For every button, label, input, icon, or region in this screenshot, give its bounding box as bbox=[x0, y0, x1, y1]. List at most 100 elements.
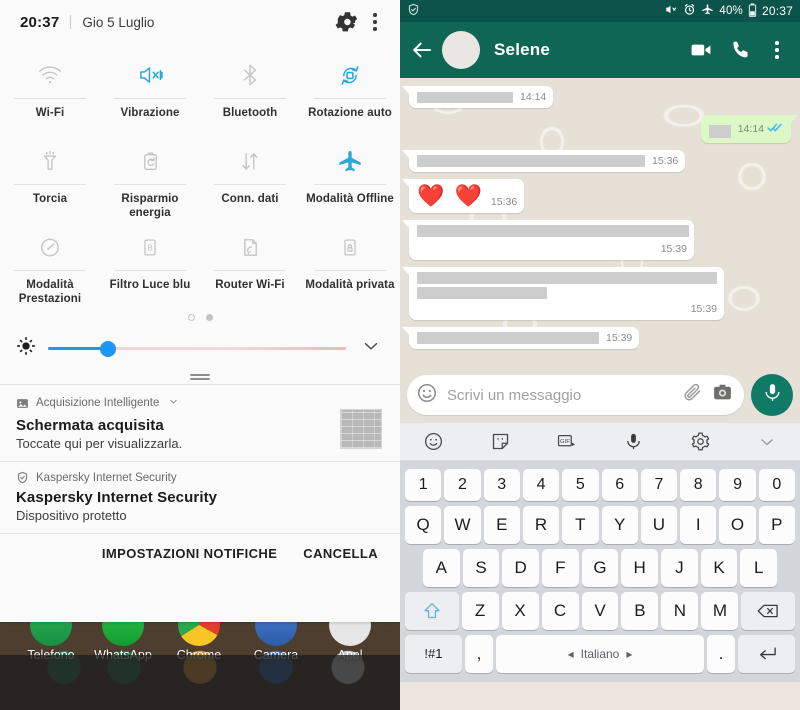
microphone-icon[interactable] bbox=[600, 431, 667, 452]
key-1[interactable]: 1 bbox=[405, 468, 442, 501]
message-list[interactable]: 14:14 14:14 15:36 ❤️ ❤️ 15:36 15:39 15:3… bbox=[400, 78, 800, 368]
page-dot-2[interactable] bbox=[205, 314, 213, 321]
prev-language-icon[interactable]: ◂ bbox=[568, 647, 574, 661]
key-h[interactable]: H bbox=[621, 548, 659, 587]
tile-torcia[interactable]: Torcia bbox=[0, 134, 100, 220]
key-x[interactable]: X bbox=[501, 591, 539, 630]
gif-icon[interactable]: GIF bbox=[533, 431, 600, 452]
tile-bluetooth[interactable]: Bluetooth bbox=[200, 48, 300, 134]
key-m[interactable]: M bbox=[701, 591, 739, 630]
key-6[interactable]: 6 bbox=[601, 468, 638, 501]
tile-conn-dati[interactable]: Conn. dati bbox=[200, 134, 300, 220]
key-period[interactable]: . bbox=[706, 634, 736, 673]
camera-icon[interactable] bbox=[712, 382, 733, 408]
key-c[interactable]: C bbox=[541, 591, 579, 630]
key-b[interactable]: B bbox=[621, 591, 659, 630]
message-bubble-incoming[interactable]: 15:36 bbox=[401, 150, 686, 172]
emoji-icon[interactable] bbox=[416, 382, 438, 409]
tile-modalita-privata[interactable]: Modalità privata bbox=[300, 220, 400, 306]
key-o[interactable]: O bbox=[719, 505, 756, 544]
key-k[interactable]: K bbox=[700, 548, 738, 587]
svg-text:B: B bbox=[147, 243, 152, 252]
key-9[interactable]: 9 bbox=[719, 468, 756, 501]
message-bubble-incoming[interactable]: 15:39 bbox=[402, 220, 694, 260]
phone-call-icon[interactable] bbox=[724, 39, 758, 61]
kebab-menu-icon[interactable] bbox=[764, 41, 790, 59]
message-bubble-incoming[interactable]: 15:39 bbox=[402, 267, 724, 320]
key-f[interactable]: F bbox=[542, 548, 579, 587]
notification-settings-button[interactable]: IMPOSTAZIONI NOTIFICHE bbox=[102, 546, 277, 561]
clear-notifications-button[interactable]: CANCELLA bbox=[303, 546, 378, 561]
chevron-down-icon[interactable] bbox=[358, 335, 384, 362]
key-2[interactable]: 2 bbox=[444, 468, 481, 501]
tile-modalita-prestazioni[interactable]: Modalità Prestazioni bbox=[0, 220, 100, 306]
key-p[interactable]: P bbox=[758, 505, 795, 544]
message-bubble-incoming[interactable]: 15:39 bbox=[401, 327, 640, 349]
emoji-icon[interactable] bbox=[400, 431, 467, 452]
notification-acquisizione-intelligente[interactable]: Acquisizione Intelligente Schermata acqu… bbox=[0, 385, 400, 461]
tile-rotazione-auto[interactable]: Rotazione auto bbox=[300, 48, 400, 134]
key-u[interactable]: U bbox=[640, 505, 678, 544]
key-7[interactable]: 7 bbox=[640, 468, 678, 501]
key-comma[interactable]: , bbox=[464, 634, 494, 673]
key-n[interactable]: N bbox=[661, 591, 699, 630]
key-z[interactable]: Z bbox=[461, 591, 499, 630]
settings-gear-icon[interactable] bbox=[667, 431, 734, 452]
key-a[interactable]: A bbox=[422, 548, 460, 587]
key-l[interactable]: L bbox=[740, 548, 778, 587]
enter-return-icon[interactable] bbox=[738, 634, 796, 673]
message-input-placeholder[interactable]: Scrivi un messaggio bbox=[447, 387, 673, 404]
sticker-icon[interactable] bbox=[467, 431, 534, 452]
key-0[interactable]: 0 bbox=[758, 468, 795, 501]
key-8[interactable]: 8 bbox=[680, 468, 717, 501]
tile-underline bbox=[314, 184, 386, 185]
key-e[interactable]: E bbox=[483, 505, 520, 544]
key-i[interactable]: I bbox=[680, 505, 717, 544]
key-4[interactable]: 4 bbox=[522, 468, 560, 501]
symbols-key[interactable]: !#1 bbox=[405, 634, 462, 673]
tile-router-wifi[interactable]: Router Wi-Fi bbox=[200, 220, 300, 306]
key-g[interactable]: G bbox=[581, 548, 619, 587]
video-call-icon[interactable] bbox=[684, 38, 718, 62]
tile-vibrazione[interactable]: Vibrazione bbox=[100, 48, 200, 134]
key-v[interactable]: V bbox=[581, 591, 619, 630]
tile-risparmio-energia[interactable]: Risparmio energia bbox=[100, 134, 200, 220]
next-language-icon[interactable]: ▸ bbox=[626, 647, 632, 661]
shift-arrow-icon[interactable] bbox=[405, 591, 459, 630]
avatar[interactable] bbox=[442, 31, 480, 69]
kebab-menu-icon[interactable] bbox=[364, 9, 386, 35]
key-5[interactable]: 5 bbox=[562, 468, 599, 501]
backspace-icon[interactable] bbox=[741, 591, 795, 630]
chevron-down-icon[interactable] bbox=[733, 432, 800, 452]
contact-name[interactable]: Selene bbox=[494, 40, 550, 60]
key-y[interactable]: Y bbox=[601, 505, 638, 544]
tile-modalita-offline[interactable]: Modalità Offline bbox=[300, 134, 400, 220]
chevron-down-icon[interactable] bbox=[168, 394, 179, 412]
message-bubble-outgoing[interactable]: 14:14 bbox=[700, 115, 799, 143]
key-j[interactable]: J bbox=[661, 548, 698, 587]
brightness-thumb[interactable] bbox=[99, 340, 116, 357]
notification-thumbnail[interactable] bbox=[340, 409, 382, 449]
key-d[interactable]: D bbox=[502, 548, 539, 587]
page-dot-1[interactable] bbox=[187, 314, 195, 321]
key-q[interactable]: Q bbox=[405, 505, 442, 544]
gear-icon[interactable] bbox=[334, 9, 360, 35]
message-bubble-emoji[interactable]: ❤️ ❤️ 15:36 bbox=[401, 179, 525, 213]
spacebar[interactable]: ◂ Italiano ▸ bbox=[496, 634, 704, 673]
brightness-slider[interactable] bbox=[48, 340, 346, 357]
notification-kaspersky[interactable]: Kaspersky Internet Security Kaspersky In… bbox=[0, 462, 400, 533]
panel-drag-handle[interactable] bbox=[0, 372, 400, 384]
paperclip-icon[interactable] bbox=[682, 382, 703, 408]
back-arrow-icon[interactable] bbox=[408, 38, 436, 62]
key-s[interactable]: S bbox=[462, 548, 500, 587]
tile-filtro-luce-blu[interactable]: B Filtro Luce blu bbox=[100, 220, 200, 306]
key-3[interactable]: 3 bbox=[483, 468, 520, 501]
message-input-field[interactable]: Scrivi un messaggio bbox=[407, 375, 744, 415]
voice-record-button[interactable] bbox=[751, 374, 793, 416]
key-r[interactable]: R bbox=[522, 505, 560, 544]
tile-wifi[interactable]: Wi-Fi bbox=[0, 48, 100, 134]
key-w[interactable]: W bbox=[444, 505, 481, 544]
message-bubble-incoming[interactable]: 14:14 bbox=[401, 86, 554, 108]
tile-underline bbox=[214, 270, 286, 271]
key-t[interactable]: T bbox=[562, 505, 599, 544]
